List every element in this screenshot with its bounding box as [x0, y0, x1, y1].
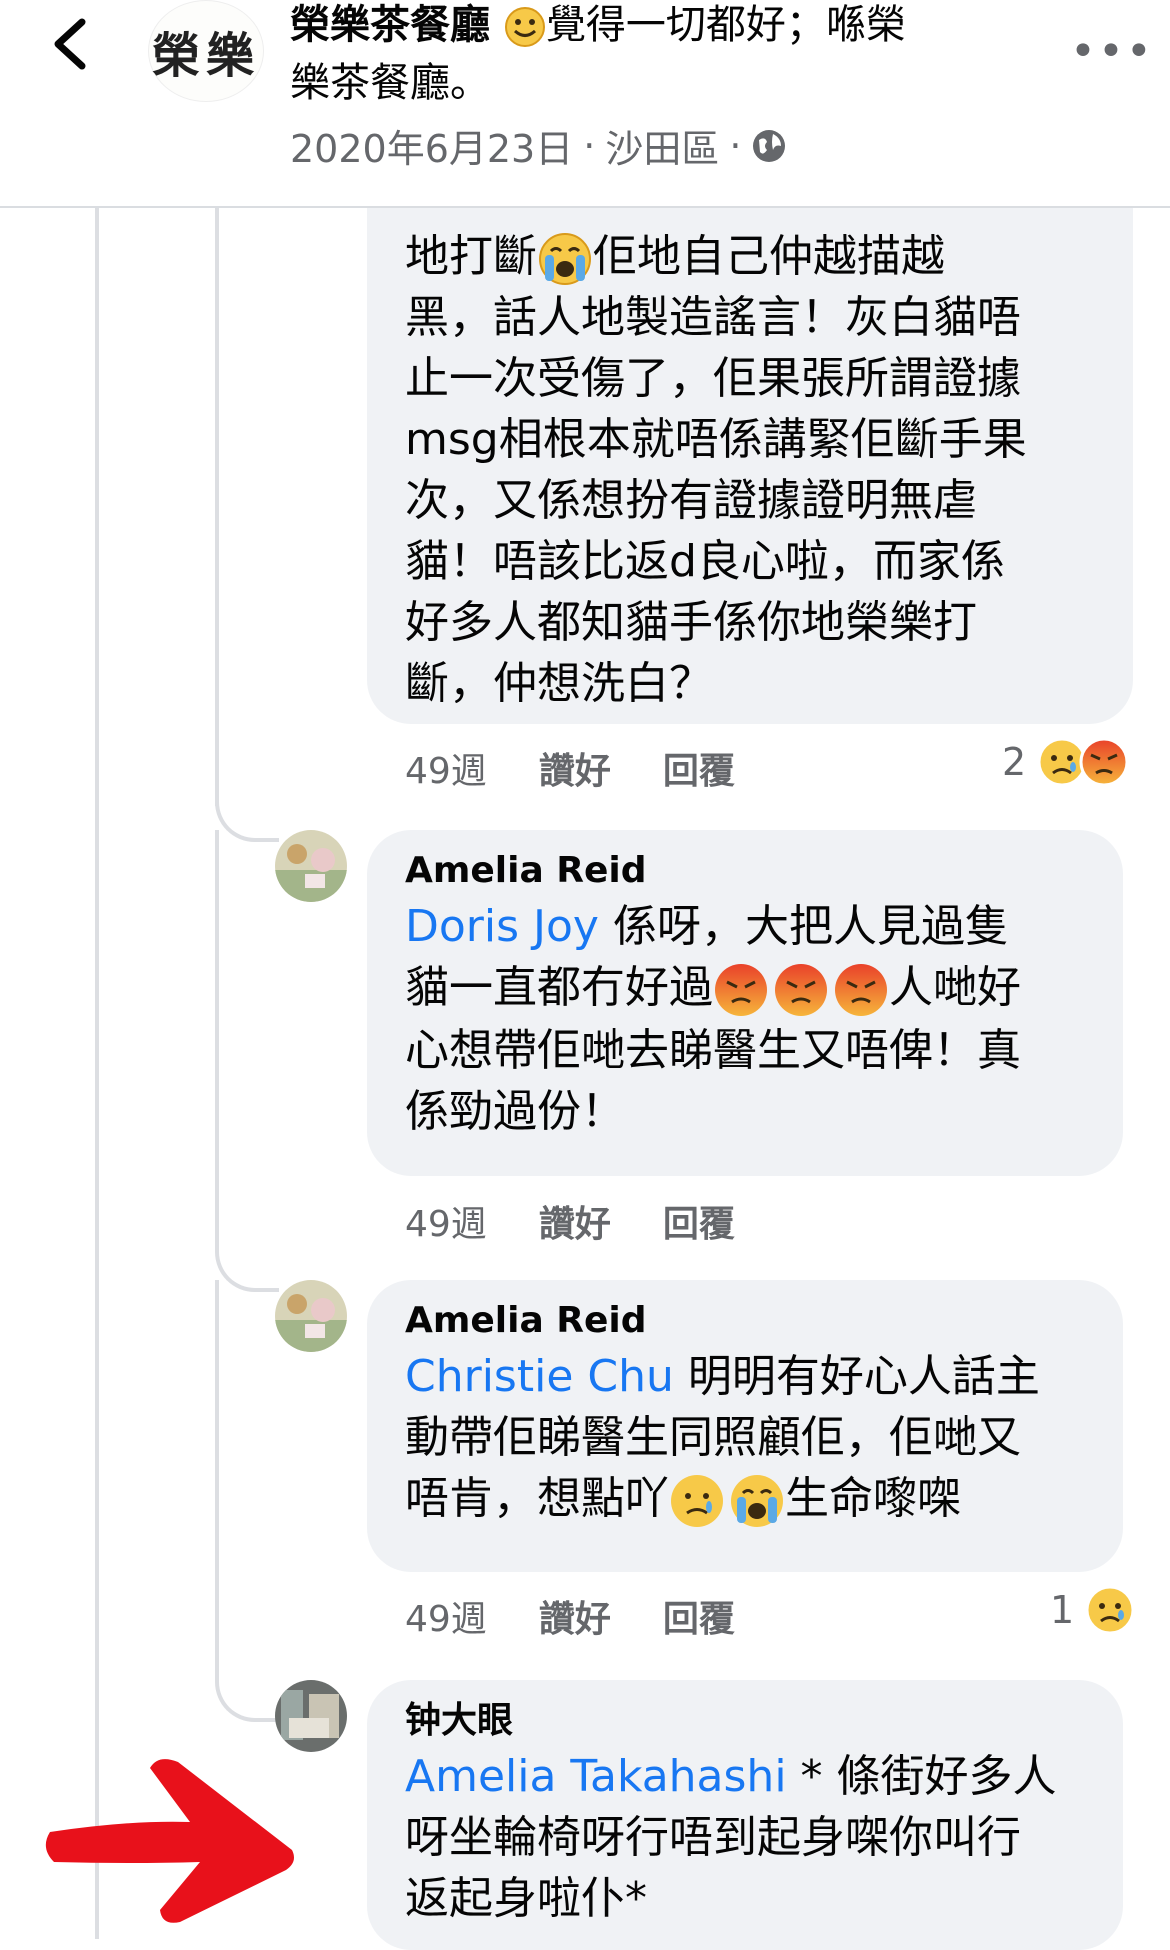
- comment-time[interactable]: 49週: [405, 1195, 487, 1247]
- post-title-text-2: 樂茶餐廳。: [290, 60, 490, 106]
- mention-link[interactable]: Amelia Takahashi: [405, 1751, 787, 1802]
- post-meta: 2020年6月23日 · 沙田區 ·: [290, 118, 787, 173]
- post-title: 榮樂茶餐廳 覺得一切都好；喺榮 樂茶餐廳。: [290, 0, 1030, 112]
- smile-emoji: [504, 7, 545, 47]
- reply-connector: [215, 1660, 279, 1722]
- comment-text: Amelia Takahashi * 條街好多人 呀坐輪椅呀行唔到起身㗎你叫行 …: [405, 1751, 1057, 1924]
- comment-actions: 49週 讚好 回覆: [405, 742, 735, 794]
- mention-link[interactable]: Christie Chu: [405, 1351, 674, 1402]
- thread-line-outer: [95, 206, 99, 1939]
- angry-emoji: [715, 964, 887, 1016]
- thread-line-inner-3: [215, 1280, 219, 1670]
- reply-connector: [215, 1230, 279, 1292]
- comment-bubble: Amelia Reid Doris Joy 係呀，大把人見過隻 貓一直都冇好過 …: [367, 830, 1123, 1176]
- comment-author[interactable]: 钟大眼: [405, 1698, 1085, 1744]
- reaction-count: 2: [1002, 740, 1027, 784]
- comment-actions: 49週 讚好 回覆: [405, 1590, 735, 1642]
- post-date[interactable]: 2020年6月23日: [290, 118, 573, 173]
- avatar[interactable]: [275, 1280, 347, 1352]
- avatar[interactable]: [275, 1680, 347, 1752]
- thread-line-inner-2: [215, 830, 219, 1230]
- angry-emoji: [1079, 737, 1129, 787]
- like-button[interactable]: 讚好: [539, 1195, 611, 1247]
- post-location[interactable]: 沙田區: [605, 118, 719, 173]
- comment-bubble: 钟大眼 Amelia Takahashi * 條街好多人 呀坐輪椅呀行唔到起身㗎…: [367, 1680, 1123, 1950]
- reply-button[interactable]: 回覆: [663, 742, 735, 794]
- post-title-text-1: 覺得一切都好；喺榮: [545, 2, 906, 48]
- meta-separator-2: ·: [729, 123, 742, 168]
- comment-author[interactable]: Amelia Reid: [405, 1298, 1085, 1344]
- comment-text: Christie Chu 明明有好心人話主 動帶佢睇醫生同照顧佢，佢哋又 唔肯，…: [405, 1346, 1085, 1531]
- reaction-count: 1: [1050, 1588, 1075, 1632]
- reply-button[interactable]: 回覆: [663, 1195, 735, 1247]
- page-name-link[interactable]: 榮樂茶餐廳: [290, 2, 490, 48]
- thread-line-inner: [215, 206, 219, 806]
- page-avatar[interactable]: 榮樂: [148, 0, 264, 102]
- comment-author[interactable]: Amelia Reid: [405, 848, 1085, 894]
- reaction-summary[interactable]: 2: [1002, 736, 1130, 788]
- meta-separator: ·: [583, 123, 596, 168]
- reaction-summary[interactable]: 1: [1050, 1584, 1136, 1636]
- sad-crying-emoji: [671, 1475, 783, 1527]
- mention-link[interactable]: Doris Joy: [405, 901, 599, 952]
- crying-emoji: [539, 233, 591, 285]
- comment-text: 地打斷 佢地自己仲越描越 黑，話人地製造謠言！灰白貓唔 止一次受傷了，佢果張所謂…: [405, 231, 1027, 709]
- more-options-icon[interactable]: •••: [1070, 26, 1154, 77]
- post-header: 榮樂 榮樂茶餐廳 覺得一切都好；喺榮 樂茶餐廳。 2020年6月23日 · 沙田…: [0, 0, 1170, 208]
- sad-emoji: [1085, 1585, 1135, 1635]
- comment-bubble: Amelia Reid Christie Chu 明明有好心人話主 動帶佢睇醫生…: [367, 1280, 1123, 1572]
- comment-time[interactable]: 49週: [405, 742, 487, 794]
- comment-time[interactable]: 49週: [405, 1590, 487, 1642]
- like-button[interactable]: 讚好: [539, 742, 611, 794]
- comment-bubble: 地打斷 佢地自己仲越描越 黑，話人地製造謠言！灰白貓唔 止一次受傷了，佢果張所謂…: [367, 206, 1133, 724]
- back-chevron-icon[interactable]: [48, 16, 94, 72]
- comment-text: Doris Joy 係呀，大把人見過隻 貓一直都冇好過 人哋好 心想帶佢哋去睇醫…: [405, 901, 1021, 1137]
- comment-actions: 49週 讚好 回覆: [405, 1195, 735, 1247]
- avatar[interactable]: [275, 830, 347, 902]
- globe-icon: [753, 129, 786, 162]
- red-arrow: [45, 1759, 294, 1923]
- like-button[interactable]: 讚好: [539, 1590, 611, 1642]
- reply-connector: [215, 780, 279, 842]
- reply-button[interactable]: 回覆: [663, 1590, 735, 1642]
